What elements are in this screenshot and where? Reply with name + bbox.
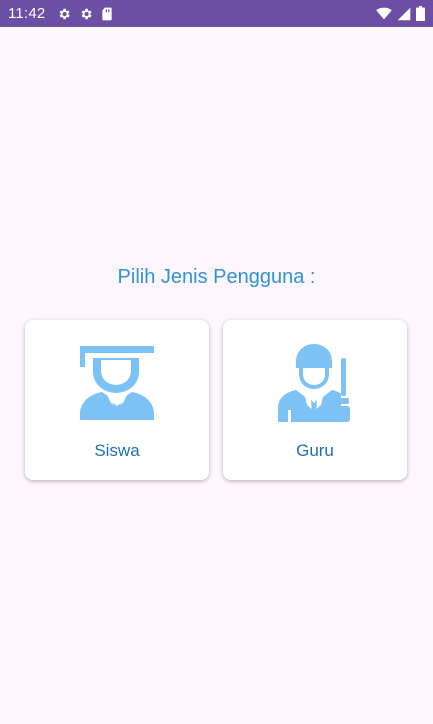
status-right xyxy=(376,6,425,21)
status-bar: 11:42 xyxy=(0,0,433,27)
page-title: Pilih Jenis Pengguna : xyxy=(117,266,316,288)
guru-option-label: Guru xyxy=(296,441,334,460)
status-time: 11:42 xyxy=(8,5,46,22)
status-left: 11:42 xyxy=(8,5,113,22)
gear-icon xyxy=(79,7,93,21)
app-screen: 11:42 Pilih Jenis Pengguna : Siswa Guru xyxy=(0,0,433,724)
wifi-icon xyxy=(376,7,392,20)
siswa-option-card[interactable]: Siswa xyxy=(25,320,209,480)
battery-icon xyxy=(416,6,425,21)
teacher-icon xyxy=(274,342,356,424)
sd-card-icon xyxy=(101,7,113,21)
student-graduate-icon xyxy=(76,342,158,424)
guru-option-card[interactable]: Guru xyxy=(223,320,407,480)
cellular-signal-icon xyxy=(397,7,411,21)
siswa-option-label: Siswa xyxy=(94,441,140,460)
gear-icon xyxy=(57,7,71,21)
